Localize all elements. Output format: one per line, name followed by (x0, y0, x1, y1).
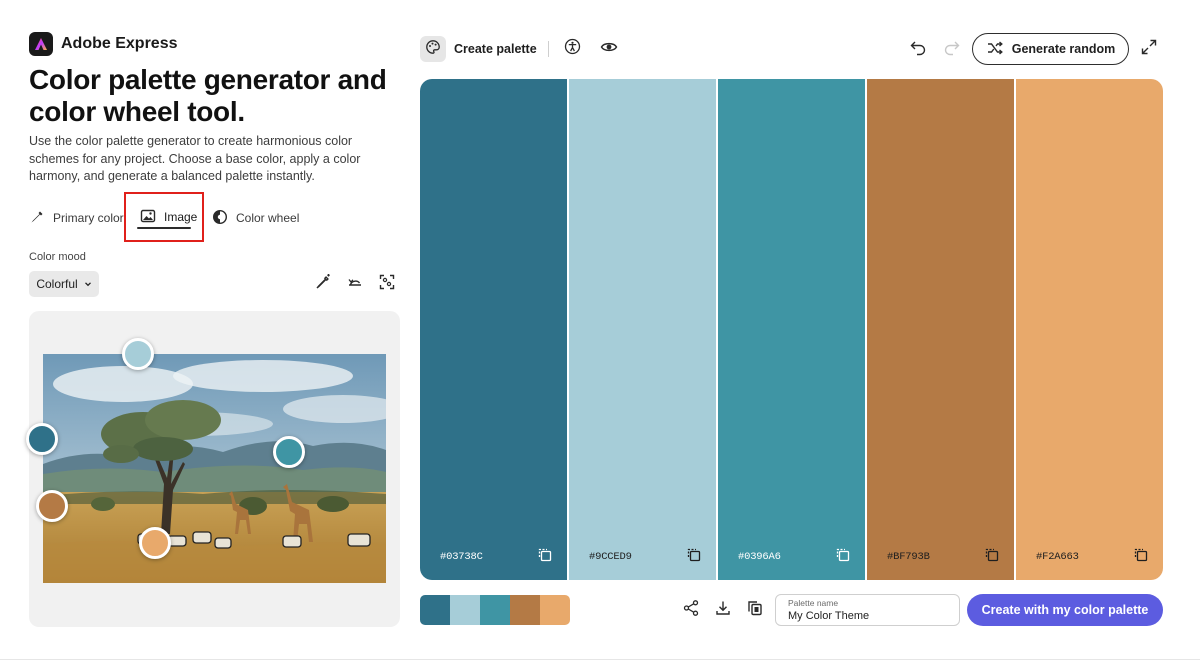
color-picker-handle[interactable] (26, 423, 58, 455)
palette-swatches: #03738C #9CCED9 #0396A6 #BF793B #F2A663 (420, 79, 1163, 580)
color-mood-dropdown[interactable]: Colorful (29, 271, 99, 297)
copy-hex-button[interactable] (833, 548, 851, 566)
mini-swatch (480, 595, 510, 625)
mini-palette-preview (420, 595, 570, 625)
palette-name-input[interactable] (788, 609, 947, 623)
brand[interactable]: Adobe Express (29, 32, 177, 56)
tab-image[interactable]: Image (124, 192, 204, 242)
palette-swatch[interactable]: #0396A6 (718, 79, 865, 580)
copy-icon (686, 547, 701, 567)
palette-swatch[interactable]: #BF793B (867, 79, 1014, 580)
tab-color-wheel[interactable]: Color wheel (212, 200, 299, 236)
magic-eyedropper-icon (314, 273, 332, 296)
copy-hex-button[interactable] (535, 548, 553, 566)
create-with-palette-button[interactable]: Create with my color palette (967, 594, 1163, 626)
source-tabs: Primary color Image Color wheel (29, 192, 299, 242)
expand-icon (1140, 38, 1158, 61)
palette-name-label: Palette name (788, 598, 839, 608)
page-title: Color palette generator and color wheel … (29, 64, 387, 127)
mini-swatch (420, 595, 450, 625)
swatch-hex-label: #BF793B (887, 551, 930, 563)
eye-icon (600, 38, 618, 61)
page-description: Use the color palette generator to creat… (29, 134, 361, 183)
swatch-hex-label: #0396A6 (738, 551, 781, 563)
share-icon (682, 599, 700, 622)
color-picker-handle[interactable] (36, 490, 68, 522)
active-tab-indicator (137, 227, 191, 229)
undo-icon (909, 38, 927, 61)
redo-button[interactable] (940, 37, 964, 61)
color-mood-label: Color mood (29, 251, 86, 263)
reset-icon (346, 273, 364, 296)
preview-button[interactable] (597, 37, 621, 61)
palette-name-field[interactable]: Palette name (775, 594, 960, 626)
swatch-hex-label: #03738C (440, 551, 483, 563)
fullscreen-button[interactable] (1137, 37, 1161, 61)
undo-button[interactable] (906, 37, 930, 61)
scan-image-icon (378, 273, 396, 296)
brand-name: Adobe Express (61, 35, 178, 52)
copy-hex-button[interactable] (982, 548, 1000, 566)
chevron-down-icon (84, 277, 92, 291)
color-picker-handle[interactable] (139, 527, 171, 559)
divider (547, 41, 549, 57)
mini-swatch (510, 595, 540, 625)
copy-hex-button[interactable] (1131, 548, 1149, 566)
color-mood-value: Colorful (36, 277, 78, 291)
palette-swatch[interactable]: #9CCED9 (569, 79, 716, 580)
palette-swatch[interactable]: #03738C (420, 79, 567, 580)
generate-random-button[interactable]: Generate random (972, 33, 1129, 65)
swatch-hex-label: #F2A663 (1036, 551, 1079, 563)
mini-swatch (450, 595, 480, 625)
accessibility-button[interactable] (561, 37, 585, 61)
copy-icon (537, 547, 552, 567)
copy-icon (835, 547, 850, 567)
magic-eyedropper-button[interactable] (313, 273, 333, 296)
tab-label: Color wheel (236, 211, 300, 225)
color-wheel-icon (212, 209, 228, 228)
generate-random-label: Generate random (1011, 42, 1116, 56)
source-image (43, 354, 386, 583)
mini-swatch (540, 595, 570, 625)
copy-icon (746, 599, 764, 622)
tab-primary-color[interactable]: Primary color (29, 200, 124, 236)
shuffle-icon (986, 39, 1004, 60)
color-picker-handle[interactable] (273, 436, 305, 468)
copy-palette-button[interactable] (743, 598, 767, 622)
palette-icon (425, 39, 441, 60)
download-button[interactable] (711, 598, 735, 622)
palette-toolbar: Create palette (420, 35, 621, 63)
share-button[interactable] (679, 598, 703, 622)
copy-icon (1133, 547, 1148, 567)
download-icon (714, 599, 732, 622)
copy-icon (984, 547, 999, 567)
accessibility-icon (564, 38, 581, 60)
eyedropper-icon (29, 209, 45, 228)
create-palette-button[interactable] (420, 36, 446, 62)
color-picker-handle[interactable] (122, 338, 154, 370)
scan-image-button[interactable] (377, 274, 397, 294)
create-palette-label: Create palette (454, 42, 537, 56)
image-icon (140, 208, 156, 227)
divider (0, 659, 1200, 660)
tab-label: Primary color (53, 211, 124, 225)
reset-button[interactable] (345, 274, 365, 294)
adobe-express-logo-icon (29, 32, 53, 56)
tab-label: Image (164, 210, 198, 224)
redo-icon (943, 38, 961, 61)
palette-swatch[interactable]: #F2A663 (1016, 79, 1163, 580)
swatch-hex-label: #9CCED9 (589, 551, 632, 563)
copy-hex-button[interactable] (684, 548, 702, 566)
